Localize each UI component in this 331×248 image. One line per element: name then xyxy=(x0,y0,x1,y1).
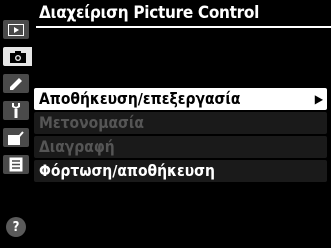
menu-item-label: Διαγραφή xyxy=(39,138,115,156)
tab-shooting[interactable] xyxy=(3,47,32,66)
menu-item-rename[interactable]: Μετονομασία xyxy=(34,112,327,134)
retouch-icon xyxy=(8,130,24,145)
tab-custom-settings[interactable] xyxy=(3,74,29,93)
recent-settings-icon xyxy=(9,157,23,172)
camera-icon xyxy=(9,51,26,63)
tab-recent-settings[interactable] xyxy=(3,155,29,174)
tab-playback[interactable] xyxy=(3,20,29,39)
menu-item-label: Φόρτωση/αποθήκευση xyxy=(39,162,215,180)
pencil-icon xyxy=(10,77,22,90)
help-icon[interactable]: ? xyxy=(6,217,26,237)
screen: Διαχείριση Picture Control ? Αποθήκευση/… xyxy=(0,0,331,248)
playback-icon xyxy=(8,23,24,36)
page-title: Διαχείριση Picture Control xyxy=(39,3,260,23)
submenu-arrow-icon: ▶ xyxy=(314,92,323,106)
title-divider xyxy=(36,26,331,28)
menu-item-label: Μετονομασία xyxy=(39,114,144,132)
menu-item-save-edit[interactable]: Αποθήκευση/επεξεργασία ▶ xyxy=(34,88,327,110)
menu-tab-rail xyxy=(0,5,32,248)
menu-item-label: Αποθήκευση/επεξεργασία xyxy=(39,90,241,108)
tab-retouch[interactable] xyxy=(3,128,29,147)
tab-setup[interactable] xyxy=(3,101,29,120)
menu-item-load-save[interactable]: Φόρτωση/αποθήκευση xyxy=(34,160,327,182)
picture-control-menu: Αποθήκευση/επεξεργασία ▶ Μετονομασία Δια… xyxy=(34,88,327,184)
wrench-icon xyxy=(12,103,20,118)
menu-item-delete[interactable]: Διαγραφή xyxy=(34,136,327,158)
